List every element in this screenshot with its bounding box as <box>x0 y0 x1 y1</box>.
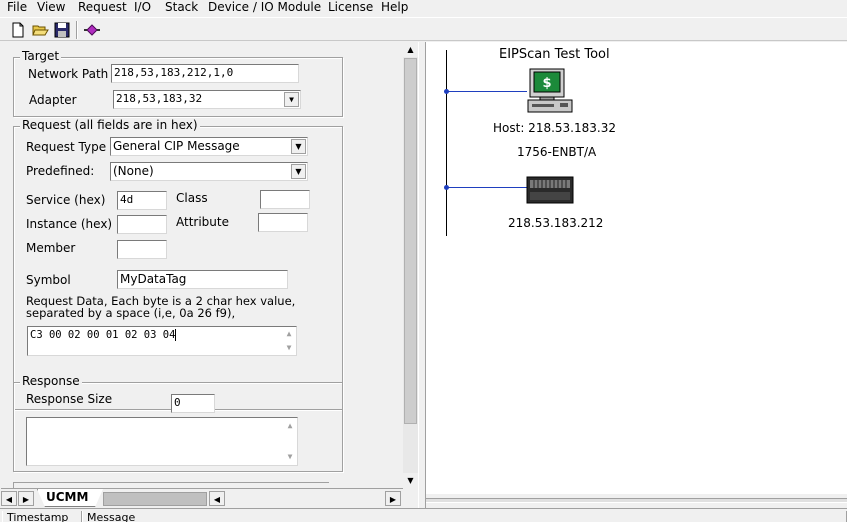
request-data-scrollbar[interactable]: ▲ ▼ <box>282 327 296 355</box>
predefined-label: Predefined: <box>26 164 95 178</box>
diagram-title: EIPScan Test Tool <box>499 47 610 62</box>
diagram-horizontal-scrollbar[interactable] <box>426 494 847 508</box>
tab-scroll-right-icon[interactable]: ▶ <box>18 491 34 506</box>
symbol-label: Symbol <box>26 273 71 287</box>
request-data-textarea[interactable]: C3 00 02 00 01 02 03 04 ▲ ▼ <box>27 326 297 356</box>
menu-license[interactable]: License <box>328 0 373 16</box>
menu-stack[interactable]: Stack <box>165 0 198 16</box>
ethernet-module-icon[interactable] <box>526 175 574 205</box>
tab-scroll-left-icon[interactable]: ◀ <box>1 491 17 506</box>
tab-strip: ◀ ▶ UCMM ◀ ▶ <box>1 488 403 508</box>
class-label: Class <box>176 191 208 205</box>
adapter-label: Adapter <box>29 93 77 107</box>
connect-icon[interactable] <box>82 20 102 40</box>
tab-ucmm-label: UCMM <box>46 490 89 504</box>
new-file-icon[interactable] <box>8 20 28 40</box>
member-label: Member <box>26 241 76 255</box>
scroll-up-icon[interactable]: ▲ <box>285 421 295 431</box>
menu-help[interactable]: Help <box>381 0 408 16</box>
service-input[interactable]: 4d <box>117 191 167 210</box>
host-computer-icon[interactable]: $ <box>526 68 574 114</box>
scroll-down-icon[interactable]: ▼ <box>403 473 418 488</box>
save-icon[interactable] <box>52 20 72 40</box>
symbol-input[interactable]: MyDataTag <box>117 270 288 289</box>
host-link-line <box>447 91 527 92</box>
menu-file[interactable]: File <box>7 0 27 16</box>
network-backbone-line <box>446 50 447 236</box>
hscroll-right-icon[interactable]: ▶ <box>385 491 401 506</box>
scroll-down-icon[interactable]: ▼ <box>285 452 295 462</box>
request-data-value: C3 00 02 00 01 02 03 04 <box>30 329 176 341</box>
scrollbar-thumb[interactable] <box>404 58 417 424</box>
text-cursor <box>175 329 177 341</box>
service-label: Service (hex) <box>26 193 106 207</box>
chevron-down-icon[interactable]: ▼ <box>291 139 306 154</box>
response-data-scrollbar[interactable]: ▲ ▼ <box>283 418 297 465</box>
request-type-select-value: General CIP Message <box>113 139 240 153</box>
menu-view[interactable]: View <box>37 0 65 16</box>
request-legend: Request (all fields are in hex) <box>20 118 200 132</box>
chevron-down-icon[interactable]: ▼ <box>291 164 306 179</box>
menu-io[interactable]: I/O <box>134 0 151 16</box>
toolbar-separator <box>76 21 78 39</box>
menu-request[interactable]: Request <box>78 0 127 16</box>
menu-bar: File View Request I/O Stack Device / IO … <box>0 0 847 17</box>
pane-splitter[interactable] <box>418 42 426 508</box>
attribute-label: Attribute <box>176 215 229 229</box>
request-data-hint-line2: separated by a space (i,e, 0a 26 f9), <box>26 306 236 320</box>
instance-label: Instance (hex) <box>26 217 113 231</box>
attribute-input[interactable] <box>258 213 308 232</box>
network-path-input[interactable]: 218,53,183,212,1,0 <box>111 64 299 83</box>
tab-ucmm[interactable]: UCMM <box>37 489 103 507</box>
class-input[interactable] <box>260 190 310 209</box>
request-type-select[interactable]: General CIP Message ▼ <box>110 137 308 156</box>
chevron-down-icon[interactable]: ▼ <box>284 92 299 107</box>
form-vertical-scrollbar[interactable]: ▲ ▼ <box>403 42 418 488</box>
message-log-header: Timestamp Message <box>0 508 847 522</box>
menu-device-io-module[interactable]: Device / IO Module <box>208 0 321 16</box>
open-folder-icon[interactable] <box>30 20 50 40</box>
scroll-up-icon[interactable]: ▲ <box>403 42 418 57</box>
target-legend: Target <box>20 49 62 63</box>
scroll-up-icon[interactable]: ▲ <box>284 329 294 339</box>
request-form-pane: Target Network Path 218,53,183,212,1,0 A… <box>1 42 403 488</box>
diagram-scroll-track[interactable] <box>426 498 847 503</box>
network-diagram-pane: EIPScan Test Tool $ Host: 218.53.183.32 … <box>426 42 847 494</box>
module-link-line <box>447 187 527 188</box>
module-name-label: 1756-ENBT/A <box>517 145 597 159</box>
instance-input[interactable] <box>117 215 167 234</box>
toolbar <box>0 17 847 41</box>
network-path-label: Network Path <box>28 67 109 81</box>
svg-text:$: $ <box>542 76 551 91</box>
host-label: Host: 218.53.183.32 <box>493 121 616 135</box>
predefined-select[interactable]: (None) ▼ <box>110 162 308 181</box>
adapter-select[interactable]: 218,53,183,32 ▼ <box>113 90 301 109</box>
timestamp-column-header[interactable]: Timestamp <box>2 511 82 522</box>
response-size-label: Response Size <box>26 392 113 406</box>
hscroll-left-icon[interactable]: ◀ <box>209 491 225 506</box>
adapter-select-value: 218,53,183,32 <box>116 92 203 105</box>
module-address-label: 218.53.183.212 <box>508 216 604 230</box>
response-size-input[interactable]: 0 <box>171 394 215 413</box>
message-column-header[interactable]: Message <box>82 511 847 522</box>
predefined-select-value: (None) <box>113 164 154 178</box>
module-link-dot <box>444 185 449 190</box>
scroll-down-icon[interactable]: ▼ <box>284 343 294 353</box>
response-legend: Response <box>20 374 82 388</box>
request-type-label: Request Type <box>26 140 107 154</box>
response-data-textarea[interactable]: ▲ ▼ <box>26 417 298 466</box>
tab-scroll-track[interactable] <box>103 492 207 506</box>
host-link-dot <box>444 89 449 94</box>
member-input[interactable] <box>117 240 167 259</box>
